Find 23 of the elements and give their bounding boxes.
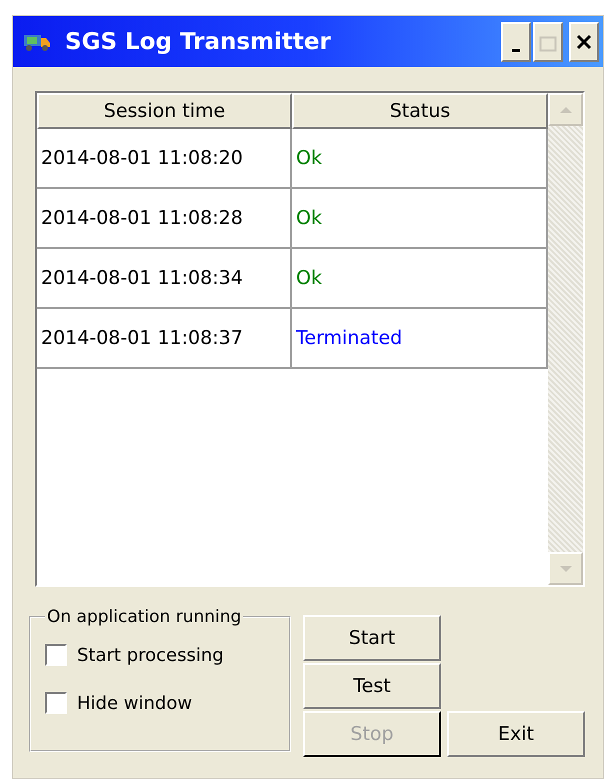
checkbox-label[interactable]: Hide window (77, 692, 192, 714)
minimize-icon (512, 48, 520, 52)
window-title: SGS Log Transmitter (65, 28, 332, 54)
up-arrow-icon (558, 106, 572, 114)
start-button[interactable]: Start (303, 615, 441, 661)
close-icon (576, 34, 592, 50)
minimize-button[interactable] (501, 22, 531, 62)
checkbox[interactable] (45, 692, 67, 714)
close-button[interactable] (569, 22, 599, 62)
table-cell: 2014-08-01 11:08:28 (37, 189, 292, 249)
checkbox[interactable] (45, 644, 67, 666)
checkbox-label[interactable]: Start processing (77, 644, 224, 666)
down-arrow-icon (558, 564, 572, 572)
table-cell: 2014-08-01 11:08:34 (37, 249, 292, 309)
table-cell: 2014-08-01 11:08:20 (37, 129, 292, 189)
column-header[interactable]: Status (292, 93, 548, 129)
table-cell: 2014-08-01 11:08:37 (37, 309, 292, 369)
group-title: On application running (46, 607, 242, 627)
column-header[interactable]: Session time (37, 93, 292, 129)
exit-button[interactable]: Exit (447, 711, 585, 757)
maximize-button[interactable] (533, 22, 563, 62)
test-button[interactable]: Test (303, 663, 441, 709)
maximize-icon (539, 36, 557, 52)
